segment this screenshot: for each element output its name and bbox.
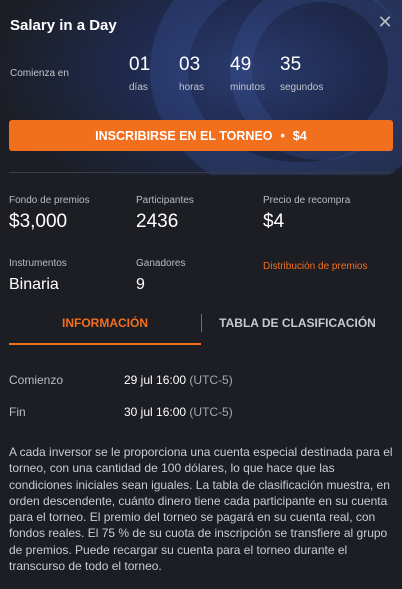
countdown-seconds: 35 segundos: [280, 54, 323, 93]
tab-leaderboard[interactable]: TABLA DE CLASIFICACIÓN: [202, 316, 393, 330]
participants-value: 2436: [136, 211, 179, 232]
end-date: 30 jul 16:00: [124, 405, 187, 419]
countdown-seconds-value: 35: [280, 54, 302, 75]
start-label: Comienzo: [9, 373, 64, 387]
register-tournament-button[interactable]: INSCRIBIRSE EN EL TORNEO • $4: [9, 120, 393, 151]
winners-value: 9: [136, 276, 145, 293]
end-timezone: (UTC-5): [189, 405, 233, 419]
rebuy-price-value: $4: [263, 211, 285, 232]
register-button-separator: •: [280, 128, 285, 143]
countdown-hours: 03 horas: [179, 54, 204, 93]
prize-distribution-link[interactable]: Distribución de premios: [263, 261, 368, 272]
register-button-price: $4: [292, 128, 307, 143]
winners-stat: Ganadores 9: [136, 258, 185, 294]
end-value: 30 jul 16:00 (UTC-5): [124, 405, 233, 419]
prize-fund-value: $3,000: [9, 211, 68, 232]
tournament-title: Salary in a Day: [10, 17, 117, 34]
countdown-days-value: 01: [129, 54, 151, 75]
countdown-days: 01 días: [129, 54, 150, 93]
start-row: Comienzo 29 jul 16:00 (UTC-5): [9, 373, 233, 387]
countdown-hours-value: 03: [179, 54, 201, 75]
close-icon[interactable]: ✕: [376, 13, 394, 31]
start-date: 29 jul 16:00: [124, 373, 187, 387]
register-button-label: INSCRIBIRSE EN EL TORNEO: [95, 128, 273, 143]
active-tab-indicator: [9, 343, 201, 345]
countdown-days-label: días: [129, 82, 148, 93]
instruments-stat: Instrumentos Binaria: [9, 258, 67, 294]
countdown-minutes: 49 minutos: [230, 54, 265, 93]
prize-fund-label: Fondo de premios: [9, 195, 90, 206]
winners-label: Ganadores: [136, 258, 186, 269]
participants-label: Participantes: [136, 195, 194, 206]
countdown-label: Comienza en: [10, 68, 69, 79]
end-label: Fin: [9, 405, 26, 419]
end-row: Fin 30 jul 16:00 (UTC-5): [9, 405, 233, 419]
countdown-hours-label: horas: [179, 82, 205, 93]
prize-fund-stat: Fondo de premios $3,000: [9, 195, 90, 233]
section-divider: [9, 172, 393, 173]
countdown-seconds-label: segundos: [280, 82, 324, 93]
instruments-value: Binaria: [9, 276, 59, 293]
start-value: 29 jul 16:00 (UTC-5): [124, 373, 233, 387]
tab-information[interactable]: INFORMACIÓN: [9, 316, 201, 330]
start-timezone: (UTC-5): [189, 373, 233, 387]
rebuy-price-stat: Precio de recompra $4: [263, 195, 350, 233]
rebuy-price-label: Precio de recompra: [263, 195, 351, 206]
countdown-minutes-value: 49: [230, 54, 252, 75]
tournament-description: A cada inversor se le proporciona una cu…: [9, 445, 393, 574]
participants-stat: Participantes 2436: [136, 195, 194, 233]
tournament-panel: Salary in a Day ✕ Comienza en 01 días 03…: [0, 0, 402, 589]
instruments-label: Instrumentos: [9, 258, 67, 269]
countdown-minutes-label: minutos: [230, 82, 266, 93]
